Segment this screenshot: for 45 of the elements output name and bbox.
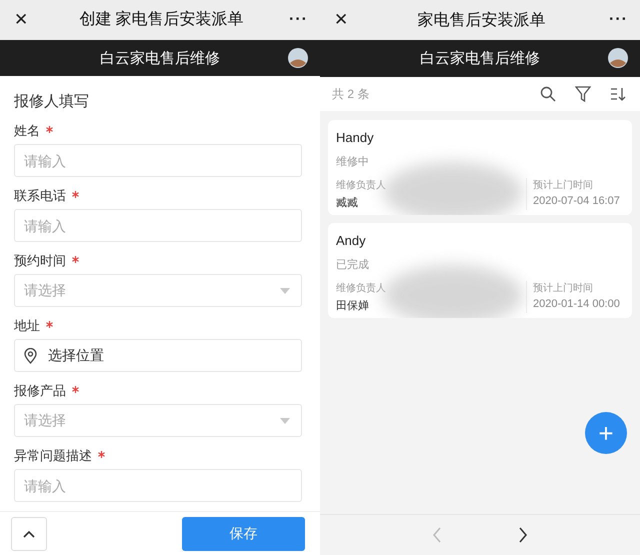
input-field[interactable]: 请输入	[14, 209, 302, 242]
input-field[interactable]: 请输入	[14, 144, 302, 178]
close-button[interactable]: ✕	[334, 10, 354, 30]
window-title: 创建 家电售后安装派单	[78, 10, 245, 30]
record-status: 维修中	[336, 154, 370, 169]
field-label: 报修产品	[14, 382, 66, 400]
location-field[interactable]: 选择位置	[14, 339, 302, 372]
avatar-icon[interactable]	[288, 48, 308, 68]
scroll-up-button[interactable]	[11, 516, 47, 551]
chevron-up-icon	[23, 530, 35, 538]
more-button[interactable]: ···	[609, 11, 628, 29]
next-page-icon[interactable]	[518, 527, 528, 543]
record-status: 已完成	[336, 258, 370, 272]
close-button[interactable]: ✕	[14, 10, 34, 30]
location-pin-icon	[24, 348, 37, 364]
caret-icon	[280, 288, 290, 294]
record-count: 共 2 条	[332, 86, 370, 102]
app-title: 白云家电售后维修	[420, 49, 540, 68]
section-title: 报修人填写	[14, 92, 90, 112]
record-name: Andy	[336, 233, 367, 248]
sort-icon[interactable]	[610, 86, 626, 102]
app-title: 白云家电售后维修	[100, 48, 220, 68]
window-title: 家电售后安装派单	[416, 10, 546, 30]
search-icon[interactable]	[540, 86, 556, 102]
caret-icon	[280, 418, 290, 424]
more-button[interactable]: ···	[289, 10, 308, 29]
time-label: 预计上门时间	[533, 178, 594, 192]
field-label: 地址	[14, 317, 40, 336]
visit-time: 2020-01-14 00:00	[533, 298, 621, 310]
owner-name: 田保婵	[336, 299, 370, 313]
record-card[interactable]: Andy 已完成 维修负责人 田保婵 预计上门时间 2020-01-14 00:00	[328, 223, 632, 318]
field-label: 预约时间	[14, 252, 66, 270]
time-label: 预计上门时间	[533, 282, 594, 295]
owner-label: 维修负责人	[336, 178, 387, 192]
filter-icon[interactable]	[575, 86, 591, 102]
field-label: 联系电话	[14, 187, 66, 206]
field-label: 异常问题描述	[14, 447, 92, 466]
input-field[interactable]: 请输入	[14, 469, 302, 502]
owner-label: 维修负责人	[336, 282, 387, 295]
visit-time: 2020-07-04 16:07	[533, 195, 621, 207]
avatar-icon[interactable]	[608, 48, 628, 68]
owner-name: 臧臧	[336, 196, 359, 210]
field-label: 姓名	[14, 122, 40, 140]
record-card[interactable]: Handy 维修中 维修负责人 臧臧 预计上门时间 2020-07-04 16:07	[328, 120, 632, 215]
record-name: Handy	[336, 130, 375, 145]
